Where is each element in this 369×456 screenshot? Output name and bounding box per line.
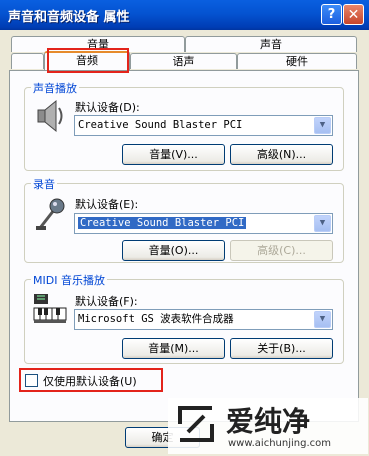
microphone-icon	[34, 196, 68, 232]
tab-highlight-box	[47, 48, 129, 73]
brand-logo-icon	[176, 404, 216, 444]
recording-advanced-button[interactable]: 高级(C)...	[230, 240, 333, 261]
brand-url: www.aichunjing.com	[228, 438, 331, 449]
midi-group-label: MIDI 音乐播放	[31, 272, 107, 288]
speaker-icon	[36, 98, 66, 134]
playback-device-value: Creative Sound Blaster PCI	[78, 119, 243, 131]
tab-sounds[interactable]: 声音	[185, 36, 357, 52]
help-button[interactable]: ?	[321, 4, 342, 25]
playback-advanced-button[interactable]: 高级(N)...	[230, 144, 333, 165]
playback-group-label: 声音播放	[31, 80, 79, 96]
watermark: 爱纯净 www.aichunjing.com	[168, 398, 368, 454]
midi-device-select[interactable]: Microsoft GS 波表软件合成器 ▼	[74, 309, 333, 330]
midi-volume-button[interactable]: 音量(M)...	[122, 338, 225, 359]
recording-volume-button[interactable]: 音量(O)...	[122, 240, 225, 261]
recording-device-select[interactable]: Creative Sound Blaster PCI ▼	[74, 213, 333, 234]
close-button[interactable]: ✕	[343, 4, 364, 25]
chevron-down-icon[interactable]: ▼	[314, 215, 331, 232]
midi-default-label: 默认设备(F):	[75, 295, 138, 308]
midi-keyboard-icon	[32, 292, 68, 326]
recording-group-label: 录音	[31, 176, 57, 192]
checkbox-highlight-box	[19, 368, 163, 392]
tab-voice[interactable]: 语声	[130, 53, 237, 69]
playback-default-label: 默认设备(D):	[75, 101, 140, 114]
window-title: 声音和音频设备 属性	[8, 10, 130, 25]
chevron-down-icon[interactable]: ▼	[314, 311, 331, 328]
midi-device-value: Microsoft GS 波表软件合成器	[78, 313, 234, 325]
playback-device-select[interactable]: Creative Sound Blaster PCI ▼	[74, 115, 333, 136]
midi-about-button[interactable]: 关于(B)...	[230, 338, 333, 359]
recording-default-label: 默认设备(E):	[75, 198, 139, 211]
tab-spacer	[11, 53, 44, 69]
playback-volume-button[interactable]: 音量(V)...	[122, 144, 225, 165]
recording-device-value: Creative Sound Blaster PCI	[78, 217, 247, 229]
chevron-down-icon[interactable]: ▼	[314, 117, 331, 134]
brand-name: 爱纯净	[226, 405, 311, 438]
tab-hardware[interactable]: 硬件	[237, 53, 357, 69]
